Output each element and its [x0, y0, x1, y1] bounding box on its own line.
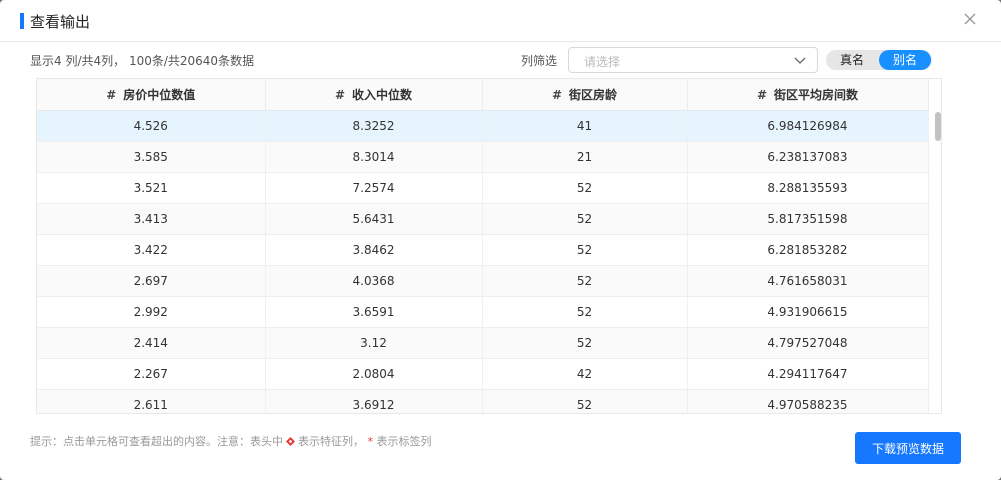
label-column-icon: * [367, 435, 374, 448]
table-cell[interactable]: 52 [482, 265, 688, 297]
hint-label-text: 表示标签列 [376, 435, 432, 448]
table-row: 2.267 2.0804 42 4.294117647 [37, 358, 929, 390]
table-cell[interactable]: 52 [482, 327, 688, 359]
column-header[interactable]: # 房价中位数值 [37, 79, 266, 111]
column-header-label: 房价中位数值 [123, 88, 196, 102]
table-cell[interactable]: 4.797527048 [687, 327, 929, 359]
table-cell[interactable]: 4.0368 [265, 265, 483, 297]
table-row: 3.585 8.3014 21 6.238137083 [37, 141, 929, 173]
numeric-type-icon: # [106, 88, 117, 102]
data-table-container: # 房价中位数值 # 收入中位数 # 街区房龄 # 街区平均房间数 4.526 8.325… [36, 78, 942, 414]
table-cell[interactable]: 5.817351598 [687, 203, 929, 235]
download-preview-button[interactable]: 下载预览数据 [855, 432, 961, 464]
table-row: 2.611 3.6912 52 4.970588235 [37, 389, 929, 413]
table-cell[interactable]: 52 [482, 172, 688, 204]
output-dialog: 查看输出 显示4 列/共4列， 100条/共20640条数据 列筛选 请选择 真… [0, 0, 1001, 480]
table-cell[interactable]: 3.521 [37, 172, 266, 204]
feature-column-icon [286, 437, 295, 446]
toggle-alias[interactable]: 别名 [879, 50, 931, 70]
column-header-label: 街区平均房间数 [774, 88, 859, 102]
table-cell[interactable]: 2.992 [37, 296, 266, 328]
table-cell[interactable]: 52 [482, 234, 688, 266]
column-filter-placeholder: 请选择 [584, 55, 621, 69]
numeric-type-icon: # [334, 88, 346, 102]
table-cell[interactable]: 4.931906615 [687, 296, 929, 328]
table-cell[interactable]: 5.6431 [265, 203, 483, 235]
numeric-type-icon: # [756, 88, 768, 102]
table-cell[interactable]: 8.288135593 [687, 172, 929, 204]
chevron-down-icon [794, 57, 806, 64]
table-cell[interactable]: 2.0804 [265, 358, 483, 390]
table-cell[interactable]: 4.294117647 [687, 358, 929, 390]
numeric-type-icon: # [551, 88, 563, 102]
table-cell[interactable]: 8.3252 [265, 110, 483, 142]
table-row: 2.414 3.12 52 4.797527048 [37, 327, 929, 359]
table-cell[interactable]: 52 [482, 296, 688, 328]
table-cell[interactable]: 4.970588235 [687, 389, 929, 413]
table-cell[interactable]: 3.422 [37, 234, 266, 266]
table-cell[interactable]: 42 [482, 358, 688, 390]
close-icon[interactable] [961, 10, 979, 28]
table-cell[interactable]: 4.761658031 [687, 265, 929, 297]
table-cell[interactable]: 3.6912 [265, 389, 483, 413]
table-cell[interactable]: 6.238137083 [687, 141, 929, 173]
data-table: # 房价中位数值 # 收入中位数 # 街区房龄 # 街区平均房间数 4.526 8.325… [37, 79, 929, 413]
table-row: 3.413 5.6431 52 5.817351598 [37, 203, 929, 235]
table-cell[interactable]: 2.611 [37, 389, 266, 413]
table-cell[interactable]: 6.281853282 [687, 234, 929, 266]
table-cell[interactable]: 3.585 [37, 141, 266, 173]
table-cell[interactable]: 4.526 [37, 110, 266, 142]
data-summary: 显示4 列/共4列， 100条/共20640条数据 [30, 54, 255, 68]
column-header[interactable]: # 收入中位数 [265, 79, 483, 111]
table-row: 2.697 4.0368 52 4.761658031 [37, 265, 929, 297]
table-cell[interactable]: 8.3014 [265, 141, 483, 173]
table-cell[interactable]: 3.6591 [265, 296, 483, 328]
table-header-row: # 房价中位数值 # 收入中位数 # 街区房龄 # 街区平均房间数 [37, 79, 929, 111]
column-header-label: 街区房龄 [569, 88, 618, 102]
column-filter-select[interactable]: 请选择 [568, 47, 818, 73]
table-cell[interactable]: 52 [482, 203, 688, 235]
table-cell[interactable]: 3.8462 [265, 234, 483, 266]
title-accent-bar [20, 13, 24, 29]
hint-text: 提示：点击单元格可查看超出的内容。注意：表头中 表示特征列， * 表示标签列 [30, 433, 432, 449]
table-cell[interactable]: 3.413 [37, 203, 266, 235]
table-cell[interactable]: 2.414 [37, 327, 266, 359]
scrollbar-thumb[interactable] [935, 112, 941, 141]
column-header[interactable]: # 街区房龄 [482, 79, 688, 111]
table-cell[interactable]: 7.2574 [265, 172, 483, 204]
table-row: 2.992 3.6591 52 4.931906615 [37, 296, 929, 328]
dialog-title: 查看输出 [30, 13, 91, 31]
column-header[interactable]: # 街区平均房间数 [687, 79, 929, 111]
table-cell[interactable]: 3.12 [265, 327, 483, 359]
table-row: 4.526 8.3252 41 6.984126984 [37, 110, 929, 142]
table-row: 3.422 3.8462 52 6.281853282 [37, 234, 929, 266]
table-cell[interactable]: 2.697 [37, 265, 266, 297]
name-mode-toggle: 真名 别名 [826, 50, 932, 70]
table-cell[interactable]: 41 [482, 110, 688, 142]
table-cell[interactable]: 6.984126984 [687, 110, 929, 142]
table-cell[interactable]: 21 [482, 141, 688, 173]
table-row: 3.521 7.2574 52 8.288135593 [37, 172, 929, 204]
table-cell[interactable]: 2.267 [37, 358, 266, 390]
toggle-real-name[interactable]: 真名 [826, 50, 878, 70]
dialog-header: 查看输出 [0, 0, 1001, 42]
column-filter-label: 列筛选 [521, 54, 558, 68]
column-header-label: 收入中位数 [352, 88, 413, 102]
table-scrollbar[interactable] [935, 110, 941, 413]
hint-prefix: 提示：点击单元格可查看超出的内容。注意：表头中 [30, 435, 283, 448]
table-cell[interactable]: 52 [482, 389, 688, 413]
hint-feature-text: 表示特征列， [298, 435, 364, 448]
